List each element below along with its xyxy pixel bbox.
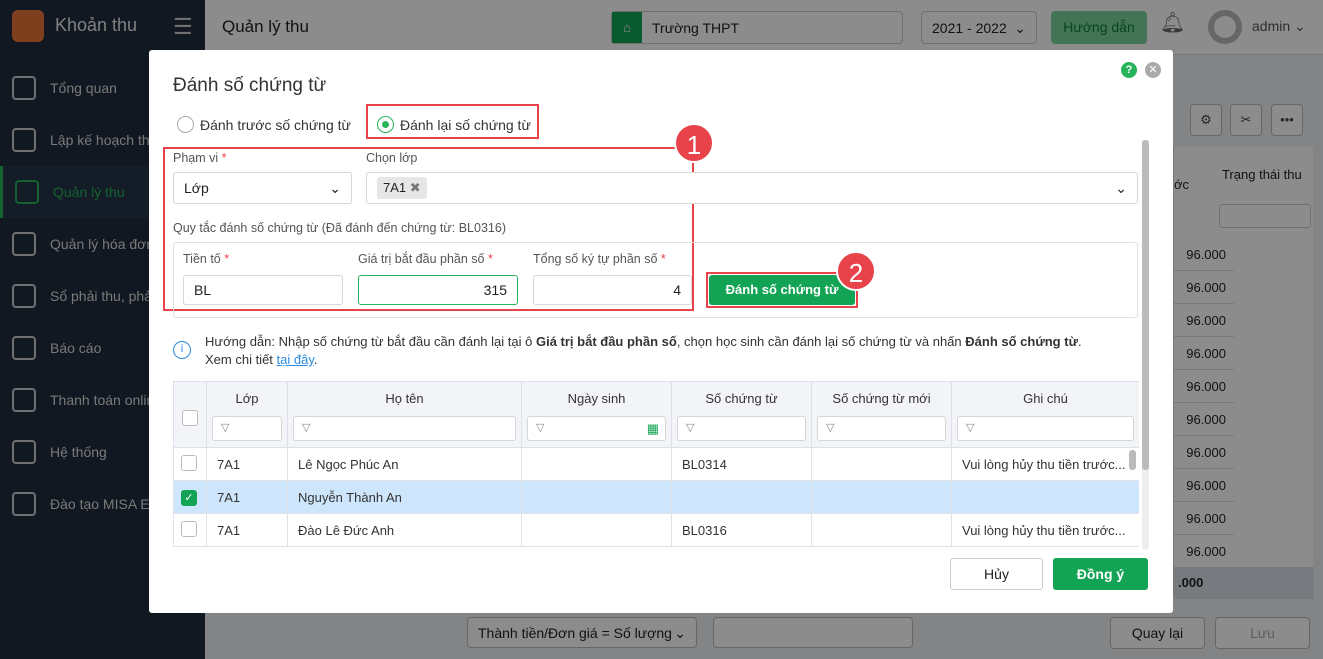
cell-class: 7A1 xyxy=(206,447,288,481)
cell-class: 7A1 xyxy=(206,513,288,547)
calendar-icon: ▦ xyxy=(646,421,659,436)
cell-new xyxy=(811,513,952,547)
table-row[interactable]: ✓ 7A1 Nguyễn Thành An xyxy=(173,480,1139,514)
step-badge-2: 2 xyxy=(836,251,876,291)
step-badge-1: 1 xyxy=(674,123,714,163)
radio-number-before[interactable]: Đánh trước số chứng từ xyxy=(177,116,351,133)
cell-dob xyxy=(521,480,672,514)
filter-input[interactable]: ▽ xyxy=(817,416,946,441)
prefix-label: Tiền tố * xyxy=(183,252,230,266)
filter-input[interactable]: ▽ xyxy=(293,416,516,441)
filter-input[interactable]: ▽ xyxy=(677,416,806,441)
student-table: Lớp ▽ Họ tên ▽ Ngày sinh ▽ ▦ Số chứng từ ▽ Số… xyxy=(173,381,1139,549)
class-chip: 7A1 ✖ xyxy=(377,177,427,199)
cell-new xyxy=(811,480,952,514)
select-all-header xyxy=(173,381,207,448)
column-header: Lớp ▽ xyxy=(206,381,288,448)
remove-chip-icon: ✖ xyxy=(409,180,421,195)
table-row[interactable]: 7A1 Đào Lê Đức Anh BL0316 Vui lòng hủy thu … xyxy=(173,513,1139,547)
chevron-down-icon: ⌄ xyxy=(1115,179,1127,196)
column-header: Ngày sinh ▽ ▦ xyxy=(521,381,672,448)
cell-voucher xyxy=(671,480,812,514)
help-icon[interactable]: ? xyxy=(1121,62,1137,78)
table-scrollbar[interactable] xyxy=(1129,450,1136,470)
start-value-label: Giá trị bắt đầu phần số * xyxy=(358,252,493,266)
scope-select[interactable]: Lớp ⌄ xyxy=(173,172,352,204)
class-label: Chọn lớp xyxy=(366,151,418,165)
details-link[interactable]: tại đây xyxy=(277,352,314,367)
prefix-input[interactable]: BL xyxy=(183,275,343,305)
cell-note: Vui lòng hủy thu tiền trước... xyxy=(951,447,1139,481)
cell-dob xyxy=(521,513,672,547)
cell-note xyxy=(951,480,1139,514)
cancel-button[interactable]: Hủy xyxy=(950,558,1043,590)
filter-input[interactable]: ▽ ▦ xyxy=(527,416,666,441)
cell-note: Vui lòng hủy thu tiền trước... xyxy=(951,513,1139,547)
cell-new xyxy=(811,447,952,481)
scope-label: Phạm vi * xyxy=(173,151,227,165)
class-select[interactable]: 7A1 ✖ ⌄ xyxy=(366,172,1138,204)
table-row[interactable]: 7A1 Lê Ngọc Phúc An BL0314 Vui lòng hủy thu… xyxy=(173,447,1139,481)
cell-voucher: BL0314 xyxy=(671,447,812,481)
rule-label: Quy tắc đánh số chứng từ (Đã đánh đến ch… xyxy=(173,221,506,235)
filter-input[interactable]: ▽ xyxy=(957,416,1134,441)
digits-input[interactable]: 4 xyxy=(533,275,692,305)
cell-name: Lê Ngọc Phúc An xyxy=(287,447,522,481)
instruction-text: Hướng dẫn: Nhập số chứng từ bắt đầu cần … xyxy=(205,334,1082,367)
ok-button[interactable]: Đồng ý xyxy=(1053,558,1148,590)
close-icon[interactable]: ✕ xyxy=(1145,62,1161,78)
row-checkbox[interactable] xyxy=(181,520,197,537)
cell-voucher: BL0316 xyxy=(671,513,812,547)
chevron-down-icon: ⌄ xyxy=(329,179,341,196)
column-header: Họ tên ▽ xyxy=(287,381,522,448)
radio-renumber[interactable]: Đánh lại số chứng từ xyxy=(377,116,531,133)
info-icon: i xyxy=(173,341,191,359)
renumber-voucher-dialog: Đánh số chứng từ ? ✕ Đánh trước số chứng… xyxy=(149,50,1173,613)
digits-label: Tổng số ký tự phần số * xyxy=(533,252,666,266)
column-header: Ghi chú ▽ xyxy=(951,381,1139,448)
column-header: Số chứng từ mới ▽ xyxy=(811,381,952,448)
cell-class: 7A1 xyxy=(206,480,288,514)
row-checkbox[interactable]: ✓ xyxy=(181,489,197,506)
row-checkbox[interactable] xyxy=(181,454,197,471)
cell-dob xyxy=(521,447,672,481)
dialog-scrollbar[interactable] xyxy=(1142,140,1149,550)
start-value-input[interactable]: 315 xyxy=(358,275,518,305)
cell-name: Nguyễn Thành An xyxy=(287,480,522,514)
dialog-title: Đánh số chứng từ xyxy=(173,75,327,96)
select-all-checkbox[interactable] xyxy=(182,409,198,426)
cell-name: Đào Lê Đức Anh xyxy=(287,513,522,547)
column-header: Số chứng từ ▽ xyxy=(671,381,812,448)
filter-input[interactable]: ▽ xyxy=(212,416,282,441)
number-voucher-button[interactable]: Đánh số chứng từ xyxy=(709,275,855,305)
